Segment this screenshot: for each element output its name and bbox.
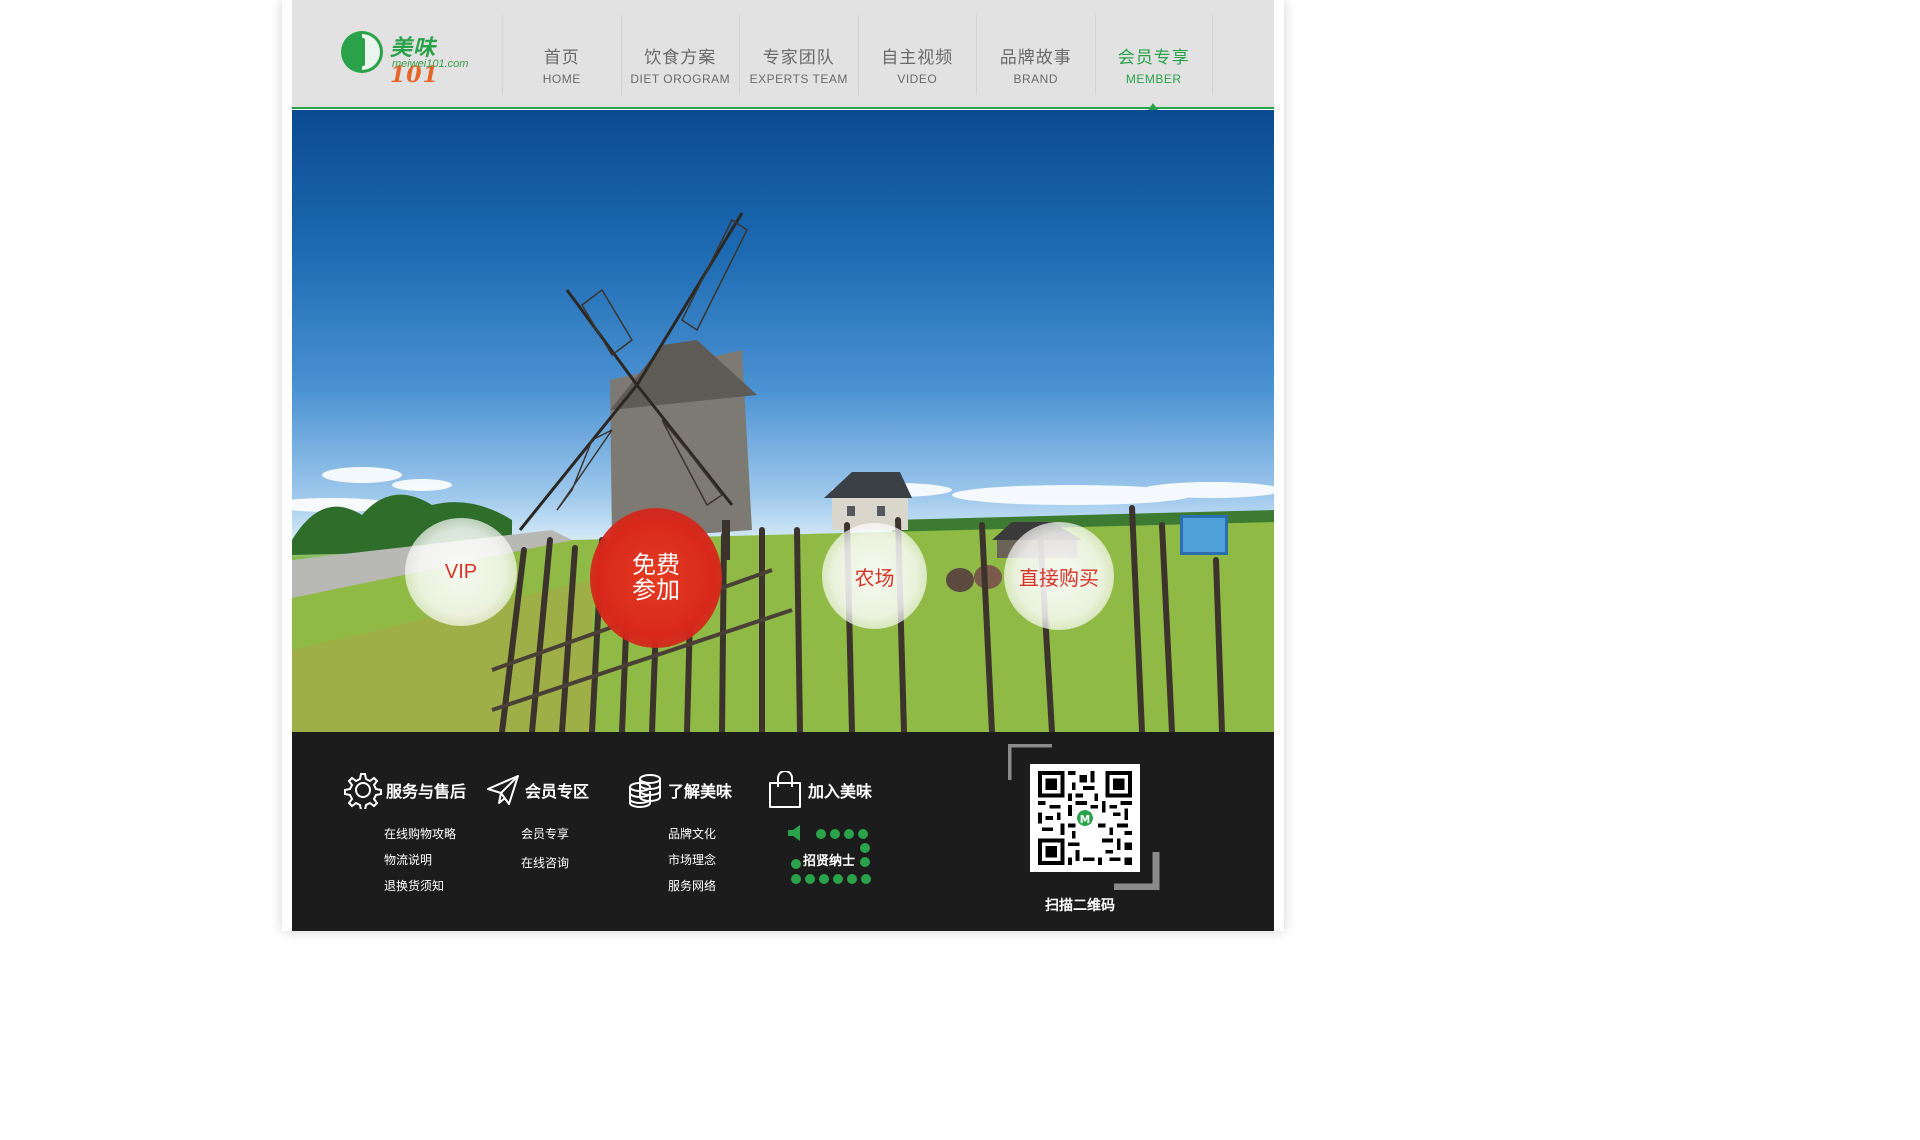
nav-label-en: MEMBER: [1125, 72, 1182, 86]
nav-label-cn: 首页: [543, 48, 580, 67]
logo-mark-icon: [341, 31, 383, 73]
nav-label-en: VIDEO: [897, 72, 938, 86]
svg-text:M: M: [1080, 814, 1090, 826]
footer-link-online-consult[interactable]: 在线咨询: [521, 854, 569, 880]
footer-link-list: 在线购物攻略 物流说明 退换货须知: [384, 825, 456, 903]
free-join-bubble-button[interactable]: 免费 参加: [590, 508, 722, 648]
footer-heading-text: 了解美味: [668, 784, 733, 801]
recruit-label: 招贤纳士: [803, 853, 856, 868]
footer-col-heading: 服务与售后: [344, 770, 466, 810]
nav-item-brand[interactable]: 品牌故事 BRAND: [976, 15, 1095, 95]
footer-col-heading: 了解美味: [626, 770, 732, 810]
site-header: 美味101 meiwei101.com 首页 HOME 饮食方案 DIET OR…: [292, 0, 1274, 110]
logo-english-text: meiwei101.com: [392, 58, 469, 70]
qr-code-image[interactable]: M: [1030, 764, 1140, 872]
recruit-button[interactable]: 招贤纳士: [786, 824, 871, 886]
footer-link-member-exclusive[interactable]: 会员专享: [521, 825, 569, 851]
nav-label-cn: 饮食方案: [644, 48, 717, 67]
footer-col-heading: 会员专区: [485, 770, 589, 810]
footer-link-market-concept[interactable]: 市场理念: [668, 851, 716, 877]
nav-label-cn: 品牌故事: [999, 48, 1072, 67]
qr-code-panel: M: [1008, 744, 1160, 890]
footer-link-brand-culture[interactable]: 品牌文化: [668, 825, 716, 851]
nav-label-cn: 会员专享: [1117, 48, 1190, 67]
nav-item-experts-team[interactable]: 专家团队 EXPERTS TEAM: [739, 15, 858, 95]
main-nav: 首页 HOME 饮食方案 DIET OROGRAM 专家团队 EXPERTS T…: [502, 15, 1213, 110]
footer-link-list: 品牌文化 市场理念 服务网络: [668, 825, 716, 903]
nav-item-diet-program[interactable]: 饮食方案 DIET OROGRAM: [620, 15, 740, 95]
free-join-text: 免费 参加: [632, 552, 680, 604]
footer-col-about: 了解美味 品牌文化 市场理念 服务网络: [626, 770, 732, 893]
nav-label-cn: 自主视频: [881, 48, 954, 67]
footer-link-shopping-guide[interactable]: 在线购物攻略: [384, 825, 456, 851]
vip-bubble-button[interactable]: VIP: [405, 518, 517, 626]
footer-link-returns[interactable]: 退换货须知: [384, 877, 456, 903]
gear-icon: [344, 773, 382, 809]
active-nav-pointer-icon: [1147, 103, 1158, 110]
nav-label-en: BRAND: [1013, 72, 1058, 86]
nav-label-en: DIET OROGRAM: [630, 72, 731, 86]
footer-col-service: 服务与售后 在线购物攻略 物流说明 退换货须知: [344, 770, 466, 893]
farm-bubble-button[interactable]: 农场: [822, 523, 927, 629]
nav-item-video[interactable]: 自主视频 VIDEO: [857, 15, 977, 95]
windmill-landscape-image: [292, 212, 1274, 732]
paper-plane-icon: [487, 775, 519, 805]
nav-label-en: HOME: [542, 72, 581, 86]
footer-heading-text: 会员专区: [525, 784, 590, 801]
nav-label-cn: 专家团队: [762, 48, 835, 67]
site-logo[interactable]: 美味101 meiwei101.com: [340, 30, 480, 88]
qr-code-icon: M: [1038, 771, 1132, 865]
nav-item-home[interactable]: 首页 HOME: [502, 15, 621, 95]
footer-link-logistics[interactable]: 物流说明: [384, 851, 456, 877]
direct-buy-bubble-button[interactable]: 直接购买: [1004, 522, 1114, 630]
nav-item-member[interactable]: 会员专享 MEMBER: [1094, 15, 1213, 110]
hero-banner: VIP 免费 参加 农场 直接购买: [292, 110, 1274, 732]
shopping-bag-icon: [769, 771, 801, 808]
qr-code-label: 扫描二维码: [1045, 897, 1115, 913]
footer-col-heading: 加入美味: [766, 770, 872, 810]
coin-stack-icon: [629, 774, 661, 808]
nav-label-en: EXPERTS TEAM: [749, 72, 848, 86]
footer-col-member: 会员专区 会员专享 在线咨询: [485, 770, 589, 870]
footer-link-list: 会员专享 在线咨询: [521, 825, 569, 880]
footer-heading-text: 服务与售后: [386, 784, 467, 801]
footer-heading-text: 加入美味: [808, 784, 873, 801]
footer-link-service-network[interactable]: 服务网络: [668, 877, 716, 903]
site-footer: 服务与售后 在线购物攻略 物流说明 退换货须知 会员专区 会员专享 在线咨询 了…: [292, 732, 1274, 931]
footer-col-join: 加入美味: [766, 770, 872, 810]
